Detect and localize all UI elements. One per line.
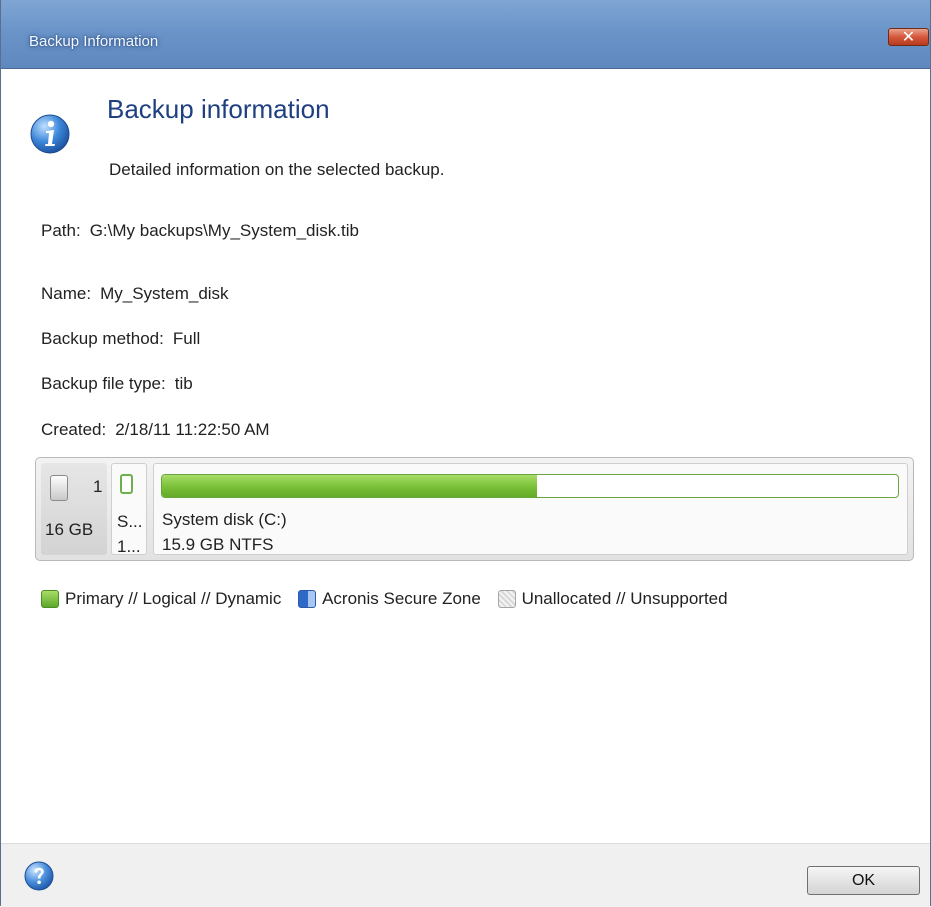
path-label: Path: <box>41 221 81 240</box>
help-icon[interactable] <box>24 861 54 891</box>
ok-button[interactable]: OK <box>807 866 920 895</box>
backup-file-type-value: tib <box>174 374 193 393</box>
disk-number: 1 <box>93 477 103 496</box>
legend-item-secure-zone: Acronis Secure Zone <box>298 589 481 609</box>
header-title: Backup information <box>107 94 330 124</box>
disk-size: 16 GB <box>45 520 94 539</box>
info-icon <box>30 114 70 154</box>
legend-label-secure-zone: Acronis Secure Zone <box>322 589 481 608</box>
partition-info: 15.9 GB NTFS <box>162 535 274 554</box>
path-row: Path: G:\My backups\My_System_disk.tib <box>41 221 359 241</box>
close-icon: ✕ <box>901 29 916 46</box>
partition-legend: Primary // Logical // Dynamic Acronis Se… <box>41 589 740 613</box>
dialog-footer: OK <box>1 843 930 907</box>
backup-file-type-row: Backup file type: tib <box>41 374 193 394</box>
backup-method-row: Backup method: Full <box>41 329 200 349</box>
disk-layout-panel: 1 16 GB S... 1... System disk (C:) 15.9 … <box>35 457 914 561</box>
legend-item-unallocated: Unallocated // Unsupported <box>497 589 728 609</box>
partition-usage-bar <box>161 474 899 498</box>
small-partition-name: S... <box>117 512 143 531</box>
partition-name: System disk (C:) <box>162 510 287 529</box>
legend-label-unallocated: Unallocated // Unsupported <box>521 589 728 608</box>
name-row: Name: My_System_disk <box>41 284 229 304</box>
primary-swatch-icon <box>41 590 59 608</box>
path-value: G:\My backups\My_System_disk.tib <box>89 221 359 240</box>
backup-method-label: Backup method: <box>41 329 164 348</box>
unallocated-swatch-icon <box>497 590 516 608</box>
legend-item-primary: Primary // Logical // Dynamic <box>41 589 281 609</box>
legend-label-primary: Primary // Logical // Dynamic <box>65 589 282 608</box>
name-label: Name: <box>41 284 92 303</box>
window-title: Backup Information <box>29 33 159 50</box>
system-disk-partition[interactable]: System disk (C:) 15.9 GB NTFS <box>153 463 908 555</box>
small-partition[interactable]: S... 1... <box>111 463 147 556</box>
created-label: Created: <box>41 420 107 439</box>
small-partition-size: 1... <box>117 537 141 556</box>
created-value: 2/18/11 11:22:50 AM <box>115 420 270 439</box>
backup-file-type-label: Backup file type: <box>41 374 166 393</box>
dialog-content: Backup information Detailed information … <box>1 69 930 843</box>
backup-method-value: Full <box>172 329 201 348</box>
partition-icon <box>120 474 133 494</box>
created-row: Created: 2/18/11 11:22:50 AM <box>41 420 270 440</box>
close-button[interactable]: ✕ <box>888 28 929 46</box>
hard-disk-icon <box>50 475 68 501</box>
header-subtitle: Detailed information on the selected bac… <box>109 160 445 179</box>
title-bar[interactable]: Backup Information ✕ <box>1 0 930 69</box>
backup-information-window: Backup Information ✕ Backup information … <box>0 0 931 907</box>
name-value: My_System_disk <box>100 284 229 303</box>
partition-usage-fill <box>162 475 538 497</box>
secure-zone-swatch-icon <box>298 590 317 608</box>
disk-cell[interactable]: 1 16 GB <box>41 463 107 555</box>
